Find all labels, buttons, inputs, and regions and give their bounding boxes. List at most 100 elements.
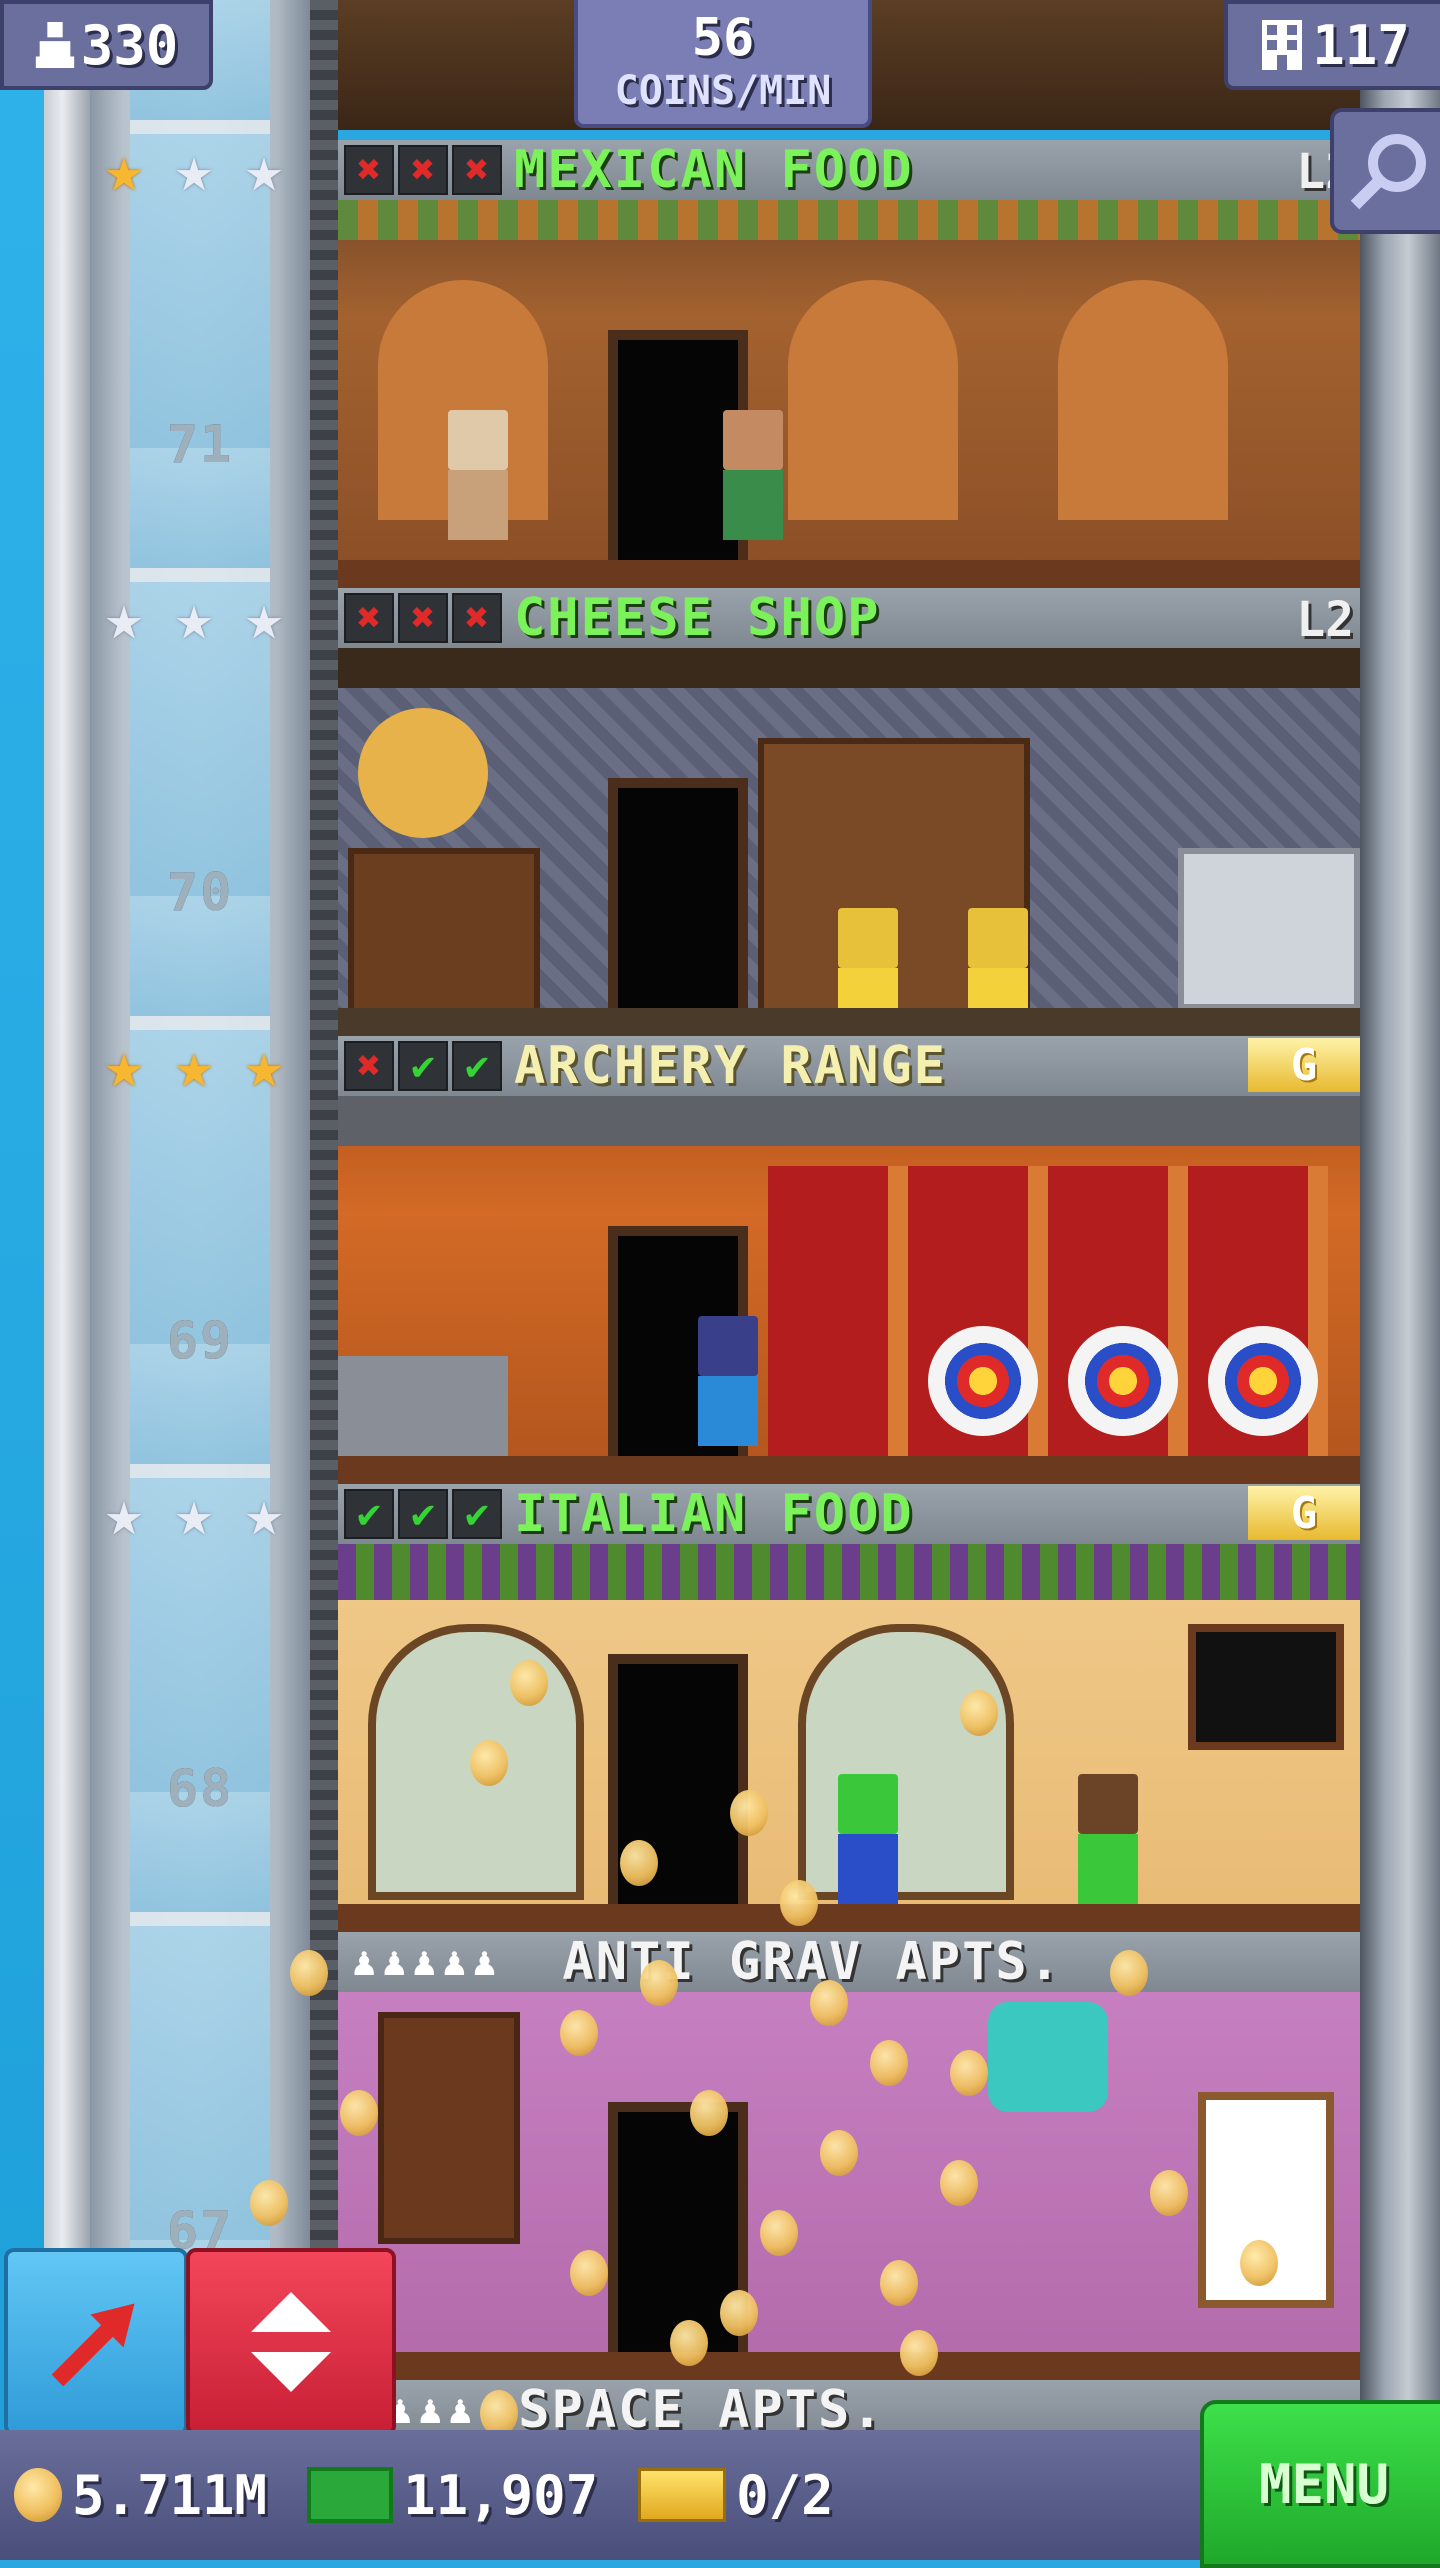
x-icon: ✖ (344, 145, 394, 195)
floor-name: ITALIAN FOOD (514, 1484, 914, 1544)
floor-stars-italian: ★ ★ ★ (92, 1482, 296, 1552)
tickets-display[interactable]: 0/2 (638, 2464, 834, 2527)
elevator-button[interactable] (186, 2248, 396, 2436)
star-icon: ★ (104, 133, 144, 207)
floor-name: MEXICAN FOOD (514, 140, 914, 200)
x-icon: ✖ (344, 1041, 394, 1091)
x-icon: ✖ (452, 593, 502, 643)
star-icon: ★ (244, 133, 284, 207)
floor-number-69: 69 (166, 1311, 234, 1371)
floor-mexican-food[interactable]: ✖ ✖ ✖ MEXICAN FOOD L2 (338, 140, 1360, 590)
star-icon: ★ (244, 1029, 284, 1103)
tickets-value: 0/2 (736, 2463, 834, 2527)
bux-display[interactable]: 11,907 (307, 2464, 598, 2527)
floor-number-71: 71 (166, 415, 234, 475)
room-door (608, 778, 748, 1038)
worker-sprite (723, 410, 783, 540)
population-counter[interactable]: 330 (0, 0, 213, 90)
check-icon: ✔ (398, 1489, 448, 1539)
floor-name: ANTI GRAV APTS. (562, 1932, 1063, 1992)
coin-icon (14, 2468, 62, 2522)
floor-level: L2 (1296, 592, 1354, 648)
coins-display[interactable]: 5.711M (14, 2464, 267, 2527)
coins-value: 5.711M (72, 2463, 268, 2527)
elevator-rail (310, 0, 338, 2560)
floor-cheese-shop[interactable]: ✖ ✖ ✖ CHEESE SHOP L2 (338, 588, 1360, 1038)
person-icon (35, 22, 74, 68)
worker-sprite (838, 1774, 898, 1904)
floor-header: ♟♟♟♟♟ ANTI GRAV APTS. (338, 1932, 1360, 1992)
quick-move-button[interactable] (4, 2248, 188, 2436)
check-icon: ✔ (452, 1041, 502, 1091)
menu-button[interactable]: MENU (1200, 2400, 1440, 2568)
visitor-sprite (698, 1316, 758, 1446)
coins-per-min-label: COINS/MIN (614, 68, 832, 114)
ticket-icon (638, 2468, 727, 2522)
building-icon (1262, 20, 1303, 70)
star-icon: ★ (174, 1029, 214, 1103)
floor-count-value: 117 (1312, 13, 1410, 77)
floor-header: ✔ ✔ ✔ ITALIAN FOOD G (338, 1484, 1360, 1544)
search-button[interactable] (1330, 108, 1440, 234)
visitor-sprite (448, 410, 508, 540)
room-mexican (338, 200, 1360, 590)
floor-archery-range[interactable]: ✖ ✔ ✔ ARCHERY RANGE G (338, 1036, 1360, 1486)
room-door (608, 1654, 748, 1924)
floor-name: ARCHERY RANGE (514, 1036, 947, 1096)
elevator-glass (130, 0, 270, 2560)
star-icon: ★ (174, 133, 214, 207)
up-down-icon (251, 2292, 331, 2392)
gold-floor-badge: G (1248, 1486, 1360, 1540)
target-icon (928, 1326, 1038, 1436)
bux-icon (307, 2467, 394, 2523)
gold-floor-badge: G (1248, 1038, 1360, 1092)
floor-name: CHEESE SHOP (514, 588, 881, 648)
resident-icons: ♟♟♟ (388, 2387, 479, 2433)
x-icon: ✖ (344, 593, 394, 643)
floor-number-70: 70 (166, 863, 234, 923)
star-icon: ★ (104, 1029, 144, 1103)
stock-checks: ✔ ✔ ✔ (344, 1489, 502, 1539)
bux-value: 11,907 (403, 2463, 599, 2527)
target-icon (1068, 1326, 1178, 1436)
star-icon: ★ (174, 581, 214, 655)
check-icon: ✔ (344, 1489, 394, 1539)
star-icon: ★ (104, 1477, 144, 1551)
floor-header: ✖ ✖ ✖ CHEESE SHOP L2 (338, 588, 1360, 648)
x-icon: ✖ (452, 145, 502, 195)
star-icon: ★ (244, 581, 284, 655)
floor-italian-food[interactable]: ✔ ✔ ✔ ITALIAN FOOD G (338, 1484, 1360, 1934)
floor-number-68: 68 (166, 1759, 234, 1819)
visitor-sprite (1078, 1774, 1138, 1904)
target-icon (1208, 1326, 1318, 1436)
arrow-icon (51, 2303, 135, 2387)
sky-background (0, 0, 44, 2560)
x-icon: ✖ (398, 593, 448, 643)
room-cheese (338, 648, 1360, 1038)
floor-stars-archery: ★ ★ ★ (92, 1034, 296, 1104)
stock-checks: ✖ ✖ ✖ (344, 145, 502, 195)
floor-stars-cheese: ★ ★ ★ (92, 586, 296, 656)
magnifier-icon (1350, 134, 1426, 210)
tower-right-wall (1360, 0, 1440, 2560)
star-icon: ★ (104, 581, 144, 655)
coins-per-min-panel[interactable]: 56 COINS/MIN (574, 0, 872, 128)
star-icon: ★ (244, 1477, 284, 1551)
room-archery (338, 1096, 1360, 1486)
check-icon: ✔ (452, 1489, 502, 1539)
tower-outer-pillar (44, 0, 90, 2560)
population-value: 330 (80, 13, 179, 77)
floor-stars-mexican: ★ ★ ★ (92, 138, 296, 208)
resident-icons: ♟♟♟♟♟ (352, 1939, 503, 1985)
floor-header: ✖ ✖ ✖ MEXICAN FOOD L2 (338, 140, 1360, 200)
stock-checks: ✖ ✖ ✖ (344, 593, 502, 643)
coins-per-min-value: 56 (691, 8, 755, 68)
floor-header: ✖ ✔ ✔ ARCHERY RANGE G (338, 1036, 1360, 1096)
x-icon: ✖ (398, 145, 448, 195)
star-icon: ★ (174, 1477, 214, 1551)
floor-counter[interactable]: 117 (1224, 0, 1440, 90)
room-apartment (338, 1992, 1360, 2382)
stock-checks: ✖ ✔ ✔ (344, 1041, 502, 1091)
menu-label: MENU (1258, 2452, 1390, 2516)
room-italian (338, 1544, 1360, 1934)
